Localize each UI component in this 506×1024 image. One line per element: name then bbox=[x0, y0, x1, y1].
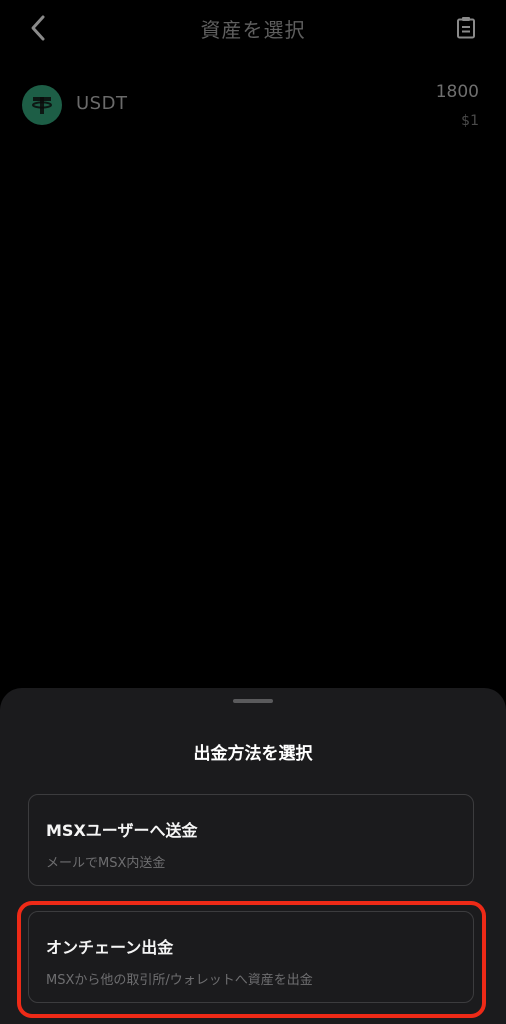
header: 資産を選択 bbox=[0, 0, 506, 58]
option-description: メールでMSX内送金 bbox=[46, 856, 166, 871]
asset-amount: 1800 bbox=[435, 82, 479, 102]
asset-symbol: USDT bbox=[76, 93, 128, 114]
tether-icon bbox=[22, 85, 62, 125]
asset-fiat-value: $1 bbox=[461, 113, 479, 129]
sheet-grabber[interactable] bbox=[233, 699, 273, 703]
option-title: MSXユーザーへ送金 bbox=[46, 821, 198, 840]
option-description: MSXから他の取引所/ウォレットへ資産を出金 bbox=[46, 973, 313, 988]
option-onchain-withdraw[interactable]: オンチェーン出金 MSXから他の取引所/ウォレットへ資産を出金 bbox=[28, 911, 474, 1003]
history-button[interactable] bbox=[454, 15, 478, 41]
clipboard-icon bbox=[457, 17, 475, 39]
option-title: オンチェーン出金 bbox=[46, 938, 174, 957]
sheet-title: 出金方法を選択 bbox=[193, 744, 313, 764]
page-title: 資産を選択 bbox=[200, 18, 306, 42]
withdraw-method-sheet: 出金方法を選択 MSXユーザーへ送金 メールでMSX内送金 オンチェーン出金 M… bbox=[0, 688, 506, 1024]
asset-row-usdt[interactable]: USDT 1800 $1 bbox=[0, 78, 506, 134]
asset-select-screen: 資産を選択 USDT 1800 $1 出金方法を選択 MSXユーザーへ送金 メー… bbox=[0, 0, 506, 1024]
option-msx-user-transfer[interactable]: MSXユーザーへ送金 メールでMSX内送金 bbox=[28, 794, 474, 886]
